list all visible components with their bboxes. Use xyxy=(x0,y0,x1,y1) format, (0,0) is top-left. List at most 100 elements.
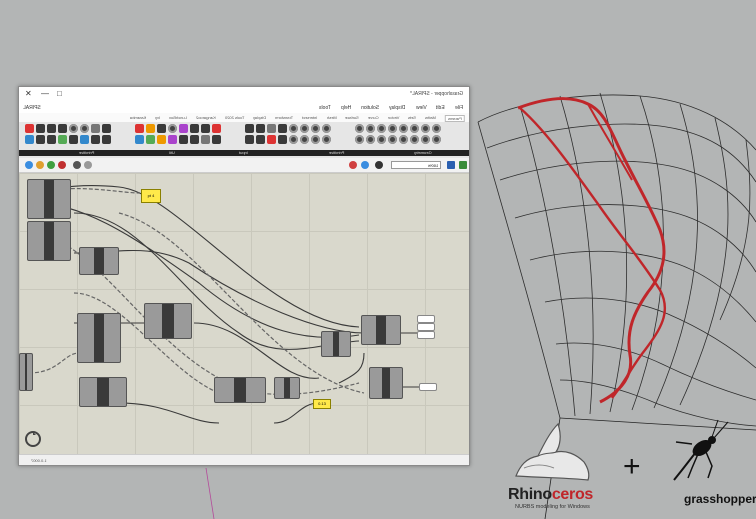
text-panel[interactable]: pt 4 xyxy=(141,189,161,203)
menu-item-tools[interactable]: Tools xyxy=(319,105,331,111)
param-icon[interactable] xyxy=(421,135,430,144)
component-node[interactable] xyxy=(19,353,33,391)
param-icon[interactable] xyxy=(135,135,144,144)
param-icon[interactable] xyxy=(47,124,56,133)
open-file-icon[interactable] xyxy=(25,161,33,169)
component-node[interactable] xyxy=(79,377,127,407)
category-label[interactable]: Input xyxy=(239,150,248,155)
param-icon[interactable] xyxy=(322,124,331,133)
component-node[interactable] xyxy=(144,303,192,339)
param-icon[interactable] xyxy=(267,124,276,133)
category-label[interactable]: Util xyxy=(169,150,175,155)
tab-display[interactable]: Display xyxy=(253,115,266,122)
param-icon[interactable] xyxy=(190,124,199,133)
preview-mode-icon[interactable] xyxy=(349,161,357,169)
component-node[interactable] xyxy=(27,221,71,261)
preview-icon[interactable] xyxy=(47,161,55,169)
param-icon[interactable] xyxy=(289,124,298,133)
output-param[interactable] xyxy=(417,315,435,323)
param-icon[interactable] xyxy=(190,135,199,144)
close-icon[interactable]: ✕ xyxy=(25,89,32,99)
param-icon[interactable] xyxy=(245,135,254,144)
tab-sets[interactable]: Sets xyxy=(408,115,416,122)
param-icon[interactable] xyxy=(168,124,177,133)
snap-icon[interactable] xyxy=(375,161,383,169)
param-icon[interactable] xyxy=(366,135,375,144)
tab-transform[interactable]: Transform xyxy=(275,115,293,122)
save-file-icon[interactable] xyxy=(36,161,44,169)
component-node[interactable] xyxy=(361,315,401,345)
output-param[interactable] xyxy=(417,323,435,331)
tab-params[interactable]: Params xyxy=(445,115,465,122)
param-icon[interactable] xyxy=(102,135,111,144)
param-icon[interactable] xyxy=(322,135,331,144)
menu-item-solution[interactable]: Solution xyxy=(361,105,379,111)
param-icon[interactable] xyxy=(179,124,188,133)
param-icon[interactable] xyxy=(311,124,320,133)
param-icon[interactable] xyxy=(91,135,100,144)
param-icon[interactable] xyxy=(278,135,287,144)
param-icon[interactable] xyxy=(212,124,221,133)
navigation-widget-icon[interactable] xyxy=(23,429,43,449)
category-label[interactable]: Primitive xyxy=(329,150,344,155)
tab-intersect[interactable]: Intersect xyxy=(302,115,317,122)
title-bar[interactable]: ✕ — □ Grasshopper - SPIRAL* xyxy=(19,87,469,102)
param-icon[interactable] xyxy=(245,124,254,133)
tab-curve[interactable]: Curve xyxy=(368,115,379,122)
output-param[interactable] xyxy=(417,331,435,339)
component-node[interactable] xyxy=(214,377,266,403)
minimize-icon[interactable]: — xyxy=(41,89,49,99)
menu-item-file[interactable]: File xyxy=(455,105,463,111)
param-icon[interactable] xyxy=(256,124,265,133)
tab-mesh[interactable]: Mesh xyxy=(327,115,337,122)
tab-ivy[interactable]: Ivy xyxy=(155,115,160,122)
menu-item-display[interactable]: Display xyxy=(389,105,405,111)
param-icon[interactable] xyxy=(256,135,265,144)
category-label[interactable]: Geometry xyxy=(414,150,432,155)
param-icon[interactable] xyxy=(300,124,309,133)
param-icon[interactable] xyxy=(179,135,188,144)
param-icon[interactable] xyxy=(102,124,111,133)
param-icon[interactable] xyxy=(399,124,408,133)
param-icon[interactable] xyxy=(25,124,34,133)
param-icon[interactable] xyxy=(80,124,89,133)
zoom-extents-icon[interactable] xyxy=(73,161,81,169)
param-icon[interactable] xyxy=(146,124,155,133)
param-icon[interactable] xyxy=(355,135,364,144)
param-icon[interactable] xyxy=(25,135,34,144)
param-icon[interactable] xyxy=(69,135,78,144)
component-node[interactable] xyxy=(274,377,300,399)
param-icon[interactable] xyxy=(388,124,397,133)
param-icon[interactable] xyxy=(388,135,397,144)
param-icon[interactable] xyxy=(47,135,56,144)
param-icon[interactable] xyxy=(300,135,309,144)
component-node[interactable] xyxy=(77,313,121,363)
param-icon[interactable] xyxy=(201,124,210,133)
navigation-icon[interactable] xyxy=(84,161,92,169)
sketch-icon[interactable] xyxy=(58,161,66,169)
menu-item-edit[interactable]: Edit xyxy=(436,105,445,111)
param-icon[interactable] xyxy=(432,135,441,144)
zoom-level-field[interactable]: 100% xyxy=(391,161,441,169)
menu-item-view[interactable]: View xyxy=(416,105,427,111)
component-node[interactable] xyxy=(321,331,351,357)
bake-icon[interactable] xyxy=(459,161,467,169)
text-panel[interactable]: 0.13 xyxy=(313,399,331,409)
param-icon[interactable] xyxy=(91,124,100,133)
tab-lunchbox[interactable]: LunchBox xyxy=(169,115,187,122)
param-icon[interactable] xyxy=(146,135,155,144)
param-icon[interactable] xyxy=(278,124,287,133)
param-icon[interactable] xyxy=(168,135,177,144)
menu-item-help[interactable]: Help xyxy=(341,105,351,111)
param-icon[interactable] xyxy=(410,135,419,144)
tab-surface[interactable]: Surface xyxy=(345,115,359,122)
param-icon[interactable] xyxy=(58,135,67,144)
maximize-icon[interactable]: □ xyxy=(57,89,62,99)
param-icon[interactable] xyxy=(157,124,166,133)
param-icon[interactable] xyxy=(377,124,386,133)
param-icon[interactable] xyxy=(289,135,298,144)
tab-karamba[interactable]: Karamba xyxy=(130,115,146,122)
output-param[interactable] xyxy=(419,383,437,391)
param-icon[interactable] xyxy=(157,135,166,144)
save-icon[interactable] xyxy=(447,161,455,169)
